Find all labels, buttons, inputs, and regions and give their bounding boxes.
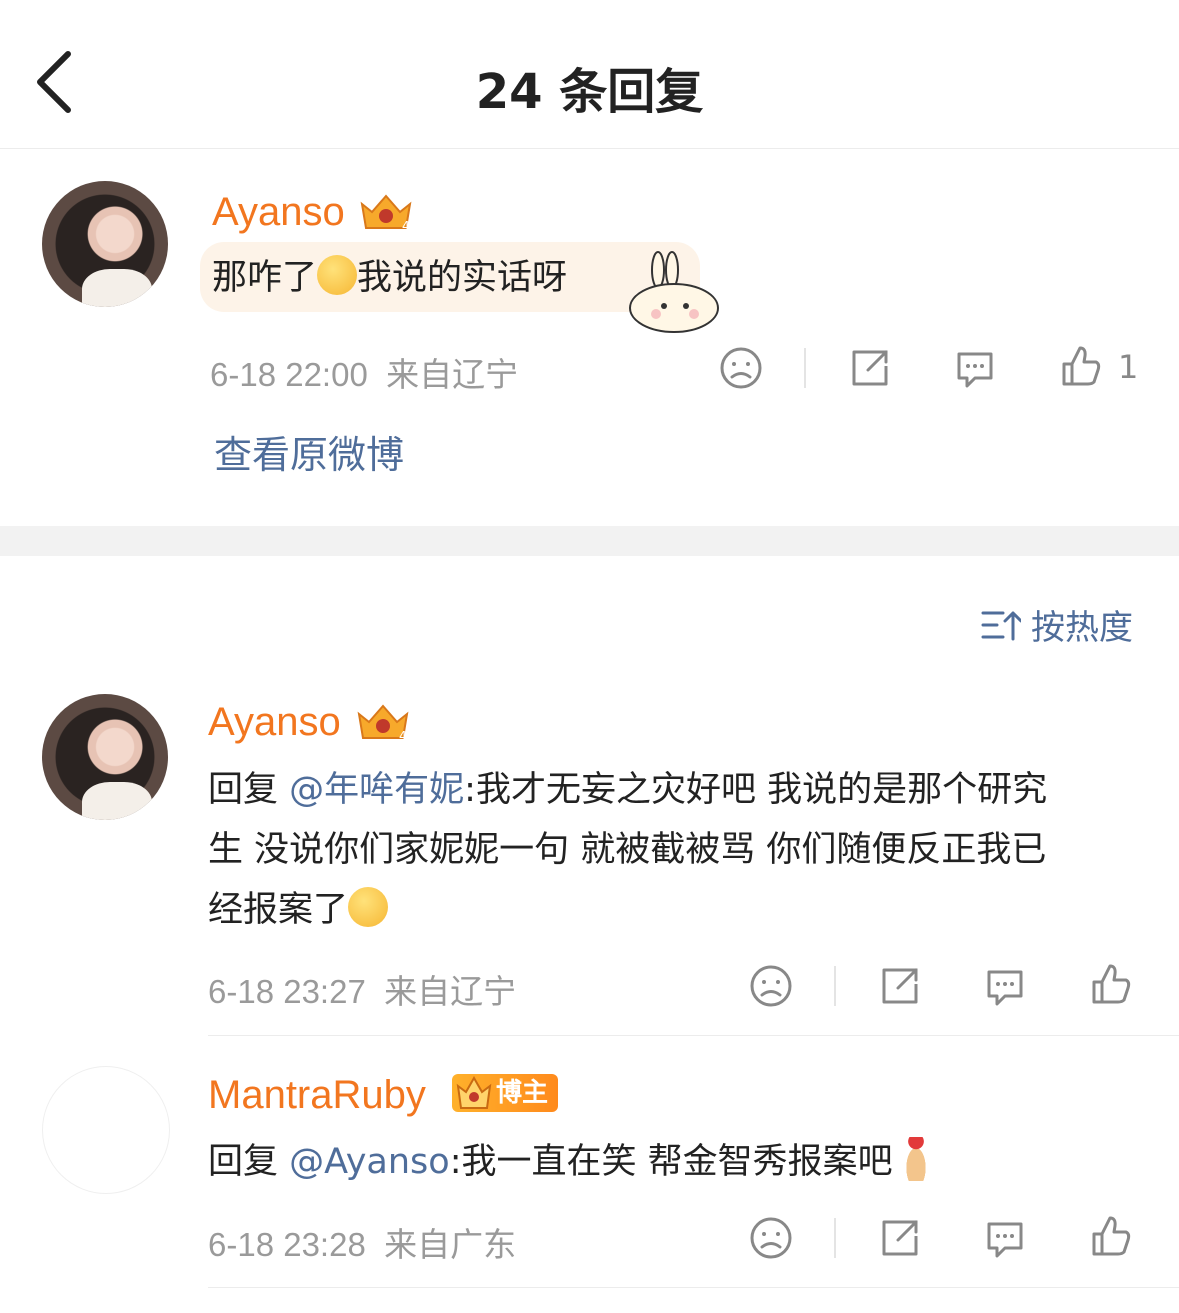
crown-badge-icon: 4 bbox=[357, 704, 409, 743]
finger-heart-emoji-icon bbox=[900, 1137, 931, 1181]
comment-meta: 6-18 22:00 来自辽宁 bbox=[210, 348, 518, 396]
username[interactable]: Ayanso bbox=[208, 700, 341, 745]
location: 来自广东 bbox=[384, 1226, 517, 1263]
top-bar: 24 条回复 bbox=[0, 0, 1179, 149]
like-icon[interactable] bbox=[1058, 344, 1102, 388]
section-divider bbox=[0, 526, 1179, 556]
share-icon[interactable] bbox=[878, 964, 922, 1008]
svg-text:4: 4 bbox=[399, 729, 407, 743]
reply-text: 回复 @Ayanso:我一直在笑 帮金智秀报案吧 bbox=[208, 1132, 1148, 1192]
crown-badge-icon bbox=[456, 1075, 492, 1109]
divider bbox=[208, 1035, 1179, 1036]
dislike-face-icon[interactable] bbox=[749, 964, 793, 1008]
username[interactable]: Ayanso bbox=[212, 190, 345, 235]
avatar[interactable] bbox=[42, 181, 168, 307]
reply-meta: 6-18 23:27 来自辽宁 bbox=[208, 965, 516, 1013]
share-icon[interactable] bbox=[848, 346, 892, 390]
like-count: 1 bbox=[1118, 348, 1139, 386]
username[interactable]: MantraRuby bbox=[208, 1073, 426, 1118]
comment-icon[interactable] bbox=[983, 1216, 1027, 1260]
comment-icon[interactable] bbox=[953, 346, 997, 390]
reply-meta: 6-18 23:28 来自广东 bbox=[208, 1218, 516, 1266]
location: 来自辽宁 bbox=[384, 973, 517, 1010]
comment-icon[interactable] bbox=[983, 964, 1027, 1008]
reply-text: 回复 @年哞有妮:我才无妄之灾好吧 我说的是那个研究 生 没说你们家妮妮一句 就… bbox=[208, 770, 1048, 930]
like-icon[interactable] bbox=[1088, 1214, 1132, 1258]
sort-toggle[interactable]: 按热度 bbox=[981, 600, 1133, 649]
crown-badge-icon: 4 bbox=[360, 194, 412, 233]
blogger-badge: 博主 bbox=[452, 1074, 559, 1112]
comment-text: 那咋了 我说的实话呀 bbox=[212, 248, 567, 308]
dislike-face-icon[interactable] bbox=[719, 346, 763, 390]
svg-text:4: 4 bbox=[402, 219, 410, 233]
sort-icon bbox=[981, 611, 1021, 640]
view-original-link[interactable]: 查看原微博 bbox=[214, 424, 404, 479]
avatar[interactable] bbox=[42, 694, 168, 820]
mention-link[interactable]: @Ayanso bbox=[289, 1142, 450, 1182]
divider bbox=[208, 1287, 1179, 1288]
timestamp: 6-18 23:27 bbox=[208, 973, 366, 1010]
avatar[interactable] bbox=[42, 1066, 170, 1194]
timestamp: 6-18 22:00 bbox=[210, 356, 368, 393]
thinking-emoji-icon bbox=[317, 255, 358, 295]
location: 来自辽宁 bbox=[386, 356, 519, 393]
dislike-face-icon[interactable] bbox=[749, 1216, 793, 1260]
timestamp: 6-18 23:28 bbox=[208, 1226, 366, 1263]
share-icon[interactable] bbox=[878, 1216, 922, 1260]
page-title: 24 条回复 bbox=[475, 64, 704, 120]
pleading-emoji-icon bbox=[348, 887, 389, 927]
like-icon[interactable] bbox=[1088, 962, 1132, 1006]
mention-link[interactable]: @年哞有妮 bbox=[289, 770, 464, 810]
bunny-sticker-icon bbox=[629, 251, 719, 333]
